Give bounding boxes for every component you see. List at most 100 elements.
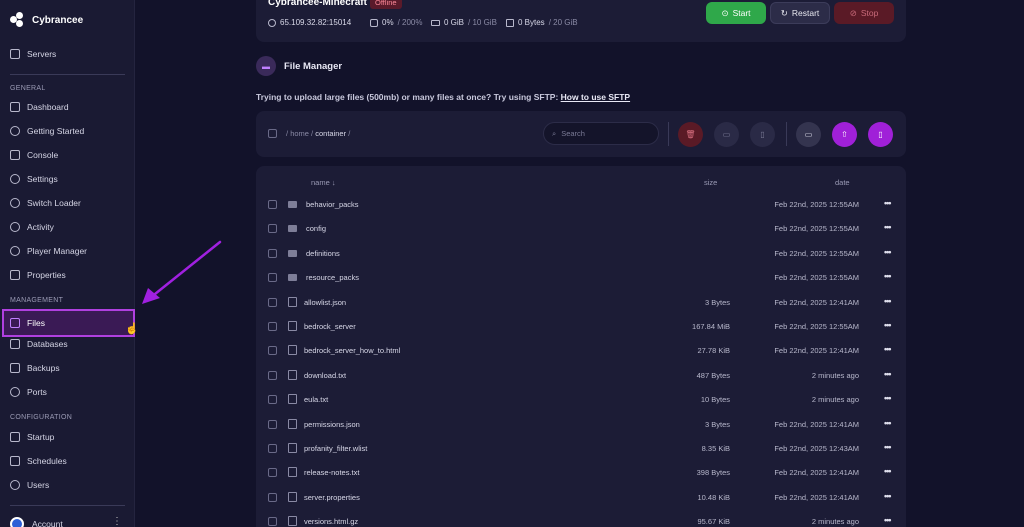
address-value: 65.109.32.82:15014 xyxy=(280,18,352,27)
sidebar-item-ports[interactable]: Ports xyxy=(4,381,130,403)
row-checkbox[interactable] xyxy=(268,249,277,258)
search-input[interactable]: ⌕ Search xyxy=(543,122,659,145)
row-menu-icon[interactable]: ••• xyxy=(884,418,892,428)
sidebar-item-startup[interactable]: Startup xyxy=(4,426,130,448)
row-menu-icon[interactable]: ••• xyxy=(884,271,892,281)
file-name[interactable]: bedrock_server_how_to.html xyxy=(304,346,400,355)
row-checkbox[interactable] xyxy=(268,444,277,453)
file-name[interactable]: eula.txt xyxy=(304,395,328,404)
upload-button[interactable]: ⇧ xyxy=(832,122,857,147)
row-menu-icon[interactable]: ••• xyxy=(884,320,892,330)
file-icon xyxy=(288,345,297,355)
row-checkbox[interactable] xyxy=(268,298,277,307)
file-size: 8.35 KiB xyxy=(701,444,730,453)
sftp-help-link[interactable]: How to use SFTP xyxy=(561,92,630,102)
file-name[interactable]: resource_packs xyxy=(306,273,359,282)
row-menu-icon[interactable]: ••• xyxy=(884,442,892,452)
section-general: GENERAL xyxy=(10,85,46,92)
annotation-arrow xyxy=(142,240,222,304)
file-name[interactable]: release-notes.txt xyxy=(304,468,359,477)
column-header-date[interactable]: date xyxy=(835,178,850,187)
file-size: 398 Bytes xyxy=(696,468,730,477)
folder-icon xyxy=(288,201,297,208)
row-checkbox[interactable] xyxy=(268,517,277,526)
row-checkbox[interactable] xyxy=(268,371,277,380)
sliders-icon xyxy=(10,432,20,442)
row-checkbox[interactable] xyxy=(268,468,277,477)
row-menu-icon[interactable]: ••• xyxy=(884,515,892,525)
archive-button[interactable]: ▯ xyxy=(750,122,775,147)
sidebar-item-switch-loader[interactable]: Switch Loader xyxy=(4,192,130,214)
file-name[interactable]: download.txt xyxy=(304,371,346,380)
breadcrumb-separator: / xyxy=(286,129,289,138)
row-menu-icon[interactable]: ••• xyxy=(884,491,892,501)
file-name[interactable]: behavior_packs xyxy=(306,200,359,209)
document-icon xyxy=(10,270,20,280)
file-name[interactable]: server.properties xyxy=(304,493,360,502)
file-name[interactable]: versions.html.gz xyxy=(304,517,358,526)
sidebar-item-player-manager[interactable]: Player Manager xyxy=(4,240,130,262)
kebab-menu-icon[interactable]: ⋮ xyxy=(112,516,122,527)
file-manager-folder-icon: ▬ xyxy=(256,56,276,76)
brand[interactable]: Cybrancee xyxy=(10,12,83,28)
row-menu-icon[interactable]: ••• xyxy=(884,247,892,257)
row-menu-icon[interactable]: ••• xyxy=(884,344,892,354)
sftp-note-text: Trying to upload large files (500mb) or … xyxy=(256,92,561,102)
file-size: 10.48 KiB xyxy=(697,493,730,502)
file-name[interactable]: permissions.json xyxy=(304,420,360,429)
delete-button[interactable]: 🗑 xyxy=(678,122,703,147)
stop-icon: ⊘ xyxy=(849,7,857,18)
row-menu-icon[interactable]: ••• xyxy=(884,222,892,232)
sidebar-item-label: Files xyxy=(27,318,45,328)
file-size: 487 Bytes xyxy=(696,371,730,380)
account-menu[interactable]: Account xyxy=(10,517,63,527)
sidebar-item-users[interactable]: Users xyxy=(4,474,130,496)
row-checkbox[interactable] xyxy=(268,346,277,355)
column-header-name[interactable]: name ↓ xyxy=(311,178,336,187)
row-menu-icon[interactable]: ••• xyxy=(884,393,892,403)
new-folder-button[interactable]: ▭ xyxy=(796,122,821,147)
sidebar-item-dashboard[interactable]: Dashboard xyxy=(4,96,130,118)
file-name[interactable]: definitions xyxy=(306,249,340,258)
restart-button[interactable]: ↻ Restart xyxy=(770,2,830,24)
sidebar-item-schedules[interactable]: Schedules xyxy=(4,450,130,472)
select-all-checkbox[interactable] xyxy=(268,129,277,138)
move-button[interactable]: ▭ xyxy=(714,122,739,147)
row-menu-icon[interactable]: ••• xyxy=(884,466,892,476)
sidebar-item-getting-started[interactable]: Getting Started xyxy=(4,120,130,142)
breadcrumb-home[interactable]: home xyxy=(290,129,309,138)
file-name[interactable]: allowlist.json xyxy=(304,298,346,307)
row-checkbox[interactable] xyxy=(268,200,277,209)
sidebar-item-databases[interactable]: Databases xyxy=(4,333,130,355)
cpu-limit: / 200% xyxy=(397,18,423,27)
disk-stat: 0 Bytes / 20 GiB xyxy=(506,18,578,27)
row-checkbox[interactable] xyxy=(268,273,277,282)
file-name[interactable]: profanity_filter.wlist xyxy=(304,444,367,453)
start-button[interactable]: ⊙ Start xyxy=(706,2,766,24)
file-name[interactable]: bedrock_server xyxy=(304,322,356,331)
sidebar-item-settings[interactable]: Settings xyxy=(4,168,130,190)
file-date: 2 minutes ago xyxy=(811,371,859,380)
stop-button[interactable]: ⊘ Stop xyxy=(834,2,894,24)
sidebar-item-servers[interactable]: Servers xyxy=(4,43,130,65)
breadcrumb-container[interactable]: container xyxy=(315,129,346,138)
sidebar-item-properties[interactable]: Properties xyxy=(4,264,130,286)
column-header-size[interactable]: size xyxy=(704,178,717,187)
sidebar-item-console[interactable]: Console xyxy=(4,144,130,166)
new-file-button[interactable]: ▯ xyxy=(868,122,893,147)
row-menu-icon[interactable]: ••• xyxy=(884,198,892,208)
breadcrumb-separator: / xyxy=(311,129,314,138)
file-icon xyxy=(288,492,297,502)
row-checkbox[interactable] xyxy=(268,493,277,502)
file-name[interactable]: config xyxy=(306,224,326,233)
address-stat: 65.109.32.82:15014 xyxy=(268,18,351,27)
sidebar-item-backups[interactable]: Backups xyxy=(4,357,130,379)
row-checkbox[interactable] xyxy=(268,395,277,404)
row-checkbox[interactable] xyxy=(268,224,277,233)
sidebar-item-activity[interactable]: Activity xyxy=(4,216,130,238)
row-checkbox[interactable] xyxy=(268,322,277,331)
folder-move-icon: ▭ xyxy=(722,130,731,139)
row-menu-icon[interactable]: ••• xyxy=(884,296,892,306)
row-checkbox[interactable] xyxy=(268,420,277,429)
row-menu-icon[interactable]: ••• xyxy=(884,369,892,379)
